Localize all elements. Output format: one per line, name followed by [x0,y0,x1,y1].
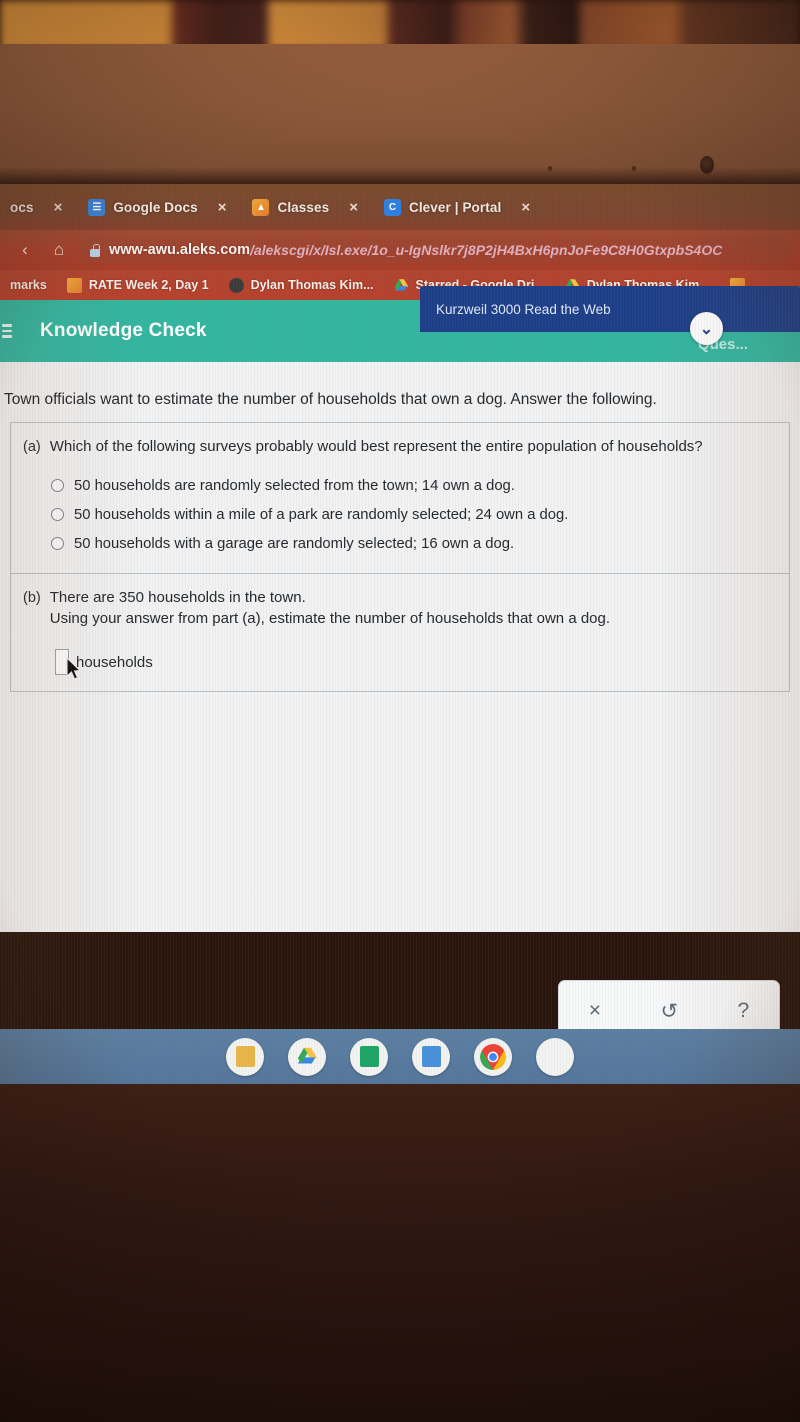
part-b-label: (b) [23,589,41,606]
drive-icon [394,278,409,293]
browser-tab-strip: ocs × ☰ Google Docs × ▲ Classes × C Clev… [0,184,800,230]
clever-icon: C [383,198,401,216]
part-b-line2: Using your answer from part (a), estimat… [49,609,611,627]
laptop-deck: ASUS 60000000754868 ← → ↻ ☼ 🔈 [0,1084,800,1422]
option-label: 50 households with a garage are randomly… [74,535,515,552]
browser-tab[interactable]: C Clever | Portal [374,184,505,230]
docs-icon[interactable] [412,1037,450,1076]
browser-tab[interactable]: ▲ Classes [242,184,333,230]
docs-icon: ☰ [88,198,106,216]
lock-icon [90,243,100,257]
bookmark-item[interactable]: Dylan Thomas Kim... [219,277,384,293]
hamburger-menu-icon[interactable] [2,324,12,338]
kurzweil-toolbar: Kurzweil 3000 Read the Web [420,286,800,332]
radio-button-icon[interactable] [51,537,64,551]
undo-button[interactable]: ↺ [660,999,678,1024]
bookmark-item[interactable]: marks [0,278,57,292]
bookmark-item[interactable]: RATE Week 2, Day 1 [57,277,219,293]
background-wall [0,0,800,50]
aleks-header: Knowledge Check Ques... Kurzweil 3000 Re… [0,286,800,362]
page-title: Knowledge Check [40,320,207,341]
part-a: (a) Which of the following surveys proba… [11,423,789,464]
question-prompt: Town officials want to estimate the numb… [4,391,657,408]
aleks-content: Town officials want to estimate the numb… [0,362,800,1042]
address-bar[interactable]: www-awu.aleks.com /alekscgi/x/Isl.exe/1o… [80,236,792,264]
question-box: (a) Which of the following surveys proba… [10,422,790,693]
browser-tab[interactable]: ocs [0,184,38,230]
drive-icon[interactable] [288,1037,326,1076]
tab-title: ocs [10,199,34,215]
radio-option-3[interactable]: 50 households with a garage are randomly… [51,530,789,559]
webcam-icon [700,156,714,174]
home-icon[interactable]: ⌂ [42,233,76,267]
bezel-dot [632,166,636,171]
radio-button-icon[interactable] [51,479,64,493]
bookmark-label: RATE Week 2, Day 1 [88,278,209,292]
laptop-photo: ocs × ☰ Google Docs × ▲ Classes × C Clev… [0,0,800,1422]
bookmark-label: Dylan Thomas Kim... [250,278,374,292]
part-b-line1: There are 350 households in the town. [49,588,306,606]
option-label: 50 households within a mile of a park ar… [74,506,569,523]
part-a-label: (a) [23,439,41,456]
url-path: /alekscgi/x/Isl.exe/1o_u-IgNslkr7j8P2jH4… [250,242,723,258]
url-host: www-awu.aleks.com [109,242,251,258]
part-a-text: Which of the following surveys probably … [49,438,703,456]
tab-title: Clever | Portal [408,199,502,215]
chromeos-shelf [0,1029,800,1084]
clear-button[interactable]: × [589,999,601,1023]
help-button[interactable]: ? [738,999,750,1023]
bezel-dot [548,166,552,171]
tab-title: Google Docs [113,199,198,215]
laptop-screen: ocs × ☰ Google Docs × ▲ Classes × C Clev… [0,184,800,1084]
tab-title: Classes [277,199,330,215]
dark-circle-icon [228,277,244,293]
answer-row: households [11,635,789,691]
tab-close-icon[interactable]: × [333,199,374,216]
screen-bezel [0,44,800,184]
classroom-icon [66,277,82,293]
bookmark-label: marks [10,278,47,292]
browser-tab[interactable]: ☰ Google Docs [78,184,201,230]
tab-close-icon[interactable]: × [505,199,546,216]
option-label: 50 households are randomly selected from… [74,477,515,494]
chrome-icon[interactable] [474,1037,512,1076]
part-a-options: 50 households are randomly selected from… [11,464,789,573]
answer-unit-label: households [76,653,153,671]
classroom-icon: ▲ [252,198,270,216]
tab-close-icon[interactable]: × [38,199,79,216]
part-b: (b) There are 350 households in the town… [11,574,789,635]
radio-button-icon[interactable] [51,508,64,522]
radio-option-1[interactable]: 50 households are randomly selected from… [51,472,789,501]
radio-option-2[interactable]: 50 households within a mile of a park ar… [51,501,789,530]
slides-icon[interactable] [226,1037,264,1076]
kurzweil-label: Kurzweil 3000 Read the Web [436,301,611,317]
omnibox-row: ‹ ⌂ www-awu.aleks.com /alekscgi/x/Isl.ex… [0,230,800,270]
tab-close-icon[interactable]: × [202,199,243,216]
back-arrow-icon[interactable]: ‹ [8,233,42,267]
shelf-icon-extra[interactable] [536,1037,574,1076]
chevron-down-icon[interactable]: ⌄ [690,312,723,345]
sheets-icon[interactable] [350,1037,388,1076]
